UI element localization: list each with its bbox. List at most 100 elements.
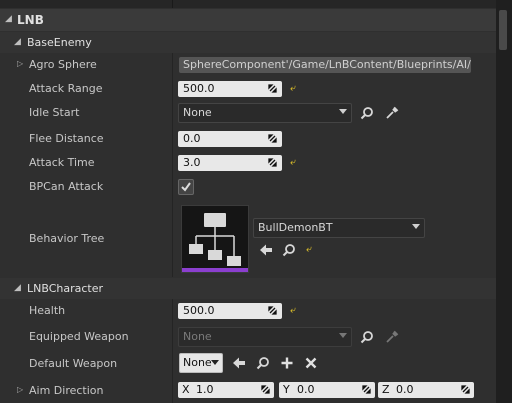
property-row-idle-start: Idle Start None <box>0 101 496 125</box>
column-divider <box>172 77 173 101</box>
left-arrow-icon[interactable] <box>259 243 273 257</box>
vertical-scrollbar[interactable] <box>496 0 512 403</box>
property-label: Attack Time <box>29 156 95 169</box>
value-text: None <box>183 356 212 369</box>
property-row-attack-time: Attack Time 3.0 ⤶ <box>0 151 496 175</box>
health-field[interactable]: 500.0 <box>178 303 282 319</box>
property-label: Health <box>29 304 66 317</box>
reset-arrow-icon[interactable]: ⤶ <box>306 245 316 255</box>
value-text: 0.0 <box>396 383 414 396</box>
property-label: Agro Sphere <box>29 58 97 71</box>
property-label: Attack Range <box>29 82 103 95</box>
aim-direction-y-field[interactable]: Y 0.0 <box>279 382 375 398</box>
axis-label: Y <box>283 383 290 396</box>
category-label: BaseEnemy <box>27 36 92 49</box>
category-label: LNB <box>17 13 44 27</box>
property-row-flee-distance: Flee Distance 0.0 <box>0 127 496 151</box>
value-text: 500.0 <box>183 82 215 95</box>
attack-time-field[interactable]: 3.0 <box>178 155 282 171</box>
value-text: 0.0 <box>297 383 315 396</box>
x-icon[interactable] <box>304 356 318 370</box>
axis-label: X <box>182 383 190 396</box>
aim-direction-z-field[interactable]: Z 0.0 <box>378 382 474 398</box>
left-arrow-icon[interactable] <box>232 356 246 370</box>
bp-can-attack-checkbox[interactable] <box>178 179 194 195</box>
collapse-arrow-icon[interactable]: ◢ <box>14 283 21 293</box>
agro-sphere-value[interactable]: SphereComponent'/Game/LnBContent/Bluepri… <box>179 57 471 73</box>
reset-arrow-icon[interactable]: ⤶ <box>290 158 300 168</box>
property-row-agro-sphere: ▷ Agro Sphere SphereComponent'/Game/LnBC… <box>0 53 496 77</box>
idle-start-dropdown[interactable]: None <box>178 103 352 123</box>
chevron-down-icon <box>339 333 347 338</box>
behavior-tree-icon <box>189 213 241 266</box>
magnifier-icon[interactable] <box>282 243 296 257</box>
reset-arrow-icon[interactable]: ⤶ <box>290 306 300 316</box>
category-lnb[interactable]: ◢ LNB <box>0 9 496 31</box>
eyedropper-icon[interactable] <box>385 330 399 344</box>
property-label: Aim Direction <box>29 384 104 397</box>
checkmark-icon <box>181 182 191 192</box>
category-base-enemy[interactable]: ◢ BaseEnemy <box>0 32 496 53</box>
category-lnb-character[interactable]: ◢ LNBCharacter <box>0 278 496 299</box>
aim-direction-x-field[interactable]: X 1.0 <box>178 382 274 398</box>
eyedropper-icon[interactable] <box>385 106 399 120</box>
behavior-tree-dropdown[interactable]: BullDemonBT <box>253 218 425 238</box>
chevron-down-icon <box>339 109 347 114</box>
property-label: Idle Start <box>29 106 80 119</box>
equipped-weapon-dropdown[interactable]: None <box>178 327 352 347</box>
value-text: 500.0 <box>183 304 215 317</box>
value-text: None <box>183 330 212 343</box>
asset-type-bar <box>182 268 248 272</box>
property-row-aim-direction: ▷ Aim Direction X 1.0 Y 0.0 Z 0.0 <box>0 377 496 403</box>
attack-range-field[interactable]: 500.0 <box>178 81 282 97</box>
column-divider <box>172 299 173 323</box>
drag-handle-icon[interactable] <box>362 385 371 394</box>
drag-handle-icon[interactable] <box>268 158 277 167</box>
column-divider <box>172 175 173 199</box>
column-divider <box>172 101 173 127</box>
top-strip <box>0 0 512 8</box>
axis-label: Z <box>382 383 390 396</box>
magnifier-icon[interactable] <box>256 356 270 370</box>
column-divider <box>172 377 173 403</box>
column-divider <box>172 199 173 277</box>
category-label: LNBCharacter <box>27 282 104 295</box>
magnifier-icon[interactable] <box>360 330 374 344</box>
drag-handle-icon[interactable] <box>261 385 270 394</box>
property-label: BPCan Attack <box>29 180 104 193</box>
column-divider <box>172 323 173 349</box>
default-weapon-class-picker[interactable]: None <box>179 353 223 373</box>
chevron-down-icon <box>412 224 420 229</box>
column-divider <box>172 151 173 175</box>
drag-handle-icon[interactable] <box>268 134 277 143</box>
value-text: BullDemonBT <box>258 221 333 234</box>
drag-handle-icon[interactable] <box>268 306 277 315</box>
property-row-bp-can-attack: BPCan Attack <box>0 175 496 199</box>
property-label: Flee Distance <box>29 132 104 145</box>
property-label: Behavior Tree <box>29 232 105 245</box>
property-row-health: Health 500.0 ⤶ <box>0 299 496 323</box>
drag-handle-icon[interactable] <box>268 84 277 93</box>
value-text: 0.0 <box>183 132 201 145</box>
column-divider <box>172 53 173 77</box>
collapse-arrow-icon[interactable]: ◢ <box>5 14 12 24</box>
drag-handle-icon[interactable] <box>461 385 470 394</box>
reset-arrow-icon[interactable]: ⤶ <box>290 84 300 94</box>
property-row-default-weapon: Default Weapon None <box>0 349 496 377</box>
collapse-arrow-icon[interactable]: ◢ <box>14 37 21 47</box>
value-text: 3.0 <box>183 156 201 169</box>
property-row-attack-range: Attack Range 500.0 ⤶ <box>0 77 496 101</box>
magnifier-icon[interactable] <box>360 106 374 120</box>
value-text: 1.0 <box>196 383 214 396</box>
behavior-tree-thumbnail[interactable] <box>181 205 249 273</box>
expand-arrow-icon[interactable]: ▷ <box>17 385 23 394</box>
plus-icon[interactable] <box>280 356 294 370</box>
column-divider <box>172 0 173 8</box>
expand-arrow-icon[interactable]: ▷ <box>17 59 23 68</box>
property-label: Equipped Weapon <box>29 330 129 343</box>
flee-distance-field[interactable]: 0.0 <box>178 131 282 147</box>
scrollbar-thumb[interactable] <box>499 10 507 50</box>
value-text: None <box>183 106 212 119</box>
property-row-equipped-weapon: Equipped Weapon None <box>0 323 496 349</box>
property-label: Default Weapon <box>29 357 118 370</box>
